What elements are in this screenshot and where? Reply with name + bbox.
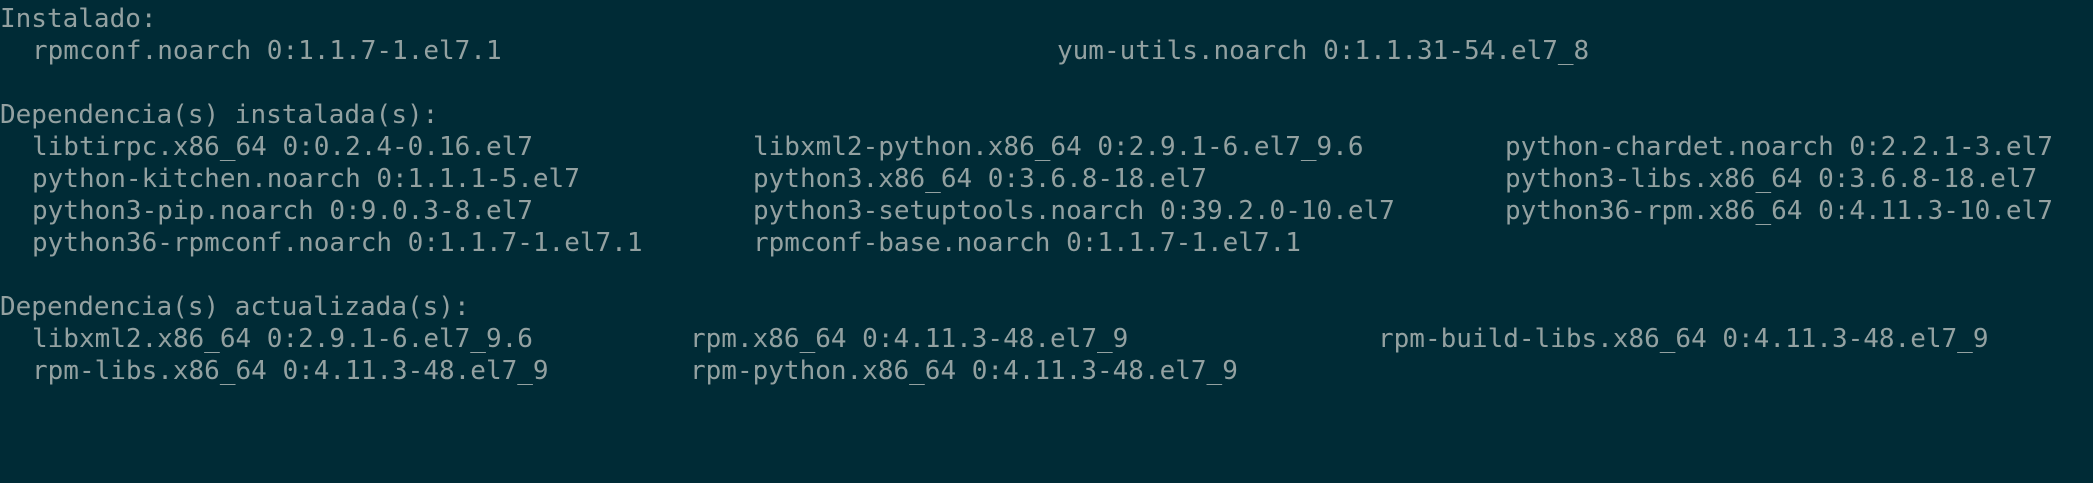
deps-updated-heading: Dependencia(s) actualizada(s): <box>0 292 470 322</box>
package-entry: rpmconf.noarch 0:1.1.7-1.el7.1 <box>32 36 502 66</box>
package-entry: python3.x86_64 0:3.6.8-18.el7 <box>753 164 1207 194</box>
package-entry: python-chardet.noarch 0:2.2.1-3.el7 <box>1505 132 2053 162</box>
deps-installed-heading: Dependencia(s) instalada(s): <box>0 100 439 130</box>
installed-heading: Instalado: <box>0 4 157 34</box>
package-entry: rpm-python.x86_64 0:4.11.3-48.el7_9 <box>690 356 1238 386</box>
package-entry: rpm-libs.x86_64 0:4.11.3-48.el7_9 <box>32 356 549 386</box>
deps-updated-row: rpm-libs.x86_64 0:4.11.3-48.el7_9 rpm-py… <box>0 355 1238 387</box>
package-entry: python36-rpmconf.noarch 0:1.1.7-1.el7.1 <box>32 228 643 258</box>
package-entry: libxml2-python.x86_64 0:2.9.1-6.el7_9.6 <box>753 132 1364 162</box>
package-entry: python-kitchen.noarch 0:1.1.1-5.el7 <box>32 164 580 194</box>
deps-updated-row: libxml2.x86_64 0:2.9.1-6.el7_9.6 rpm.x86… <box>0 323 1988 355</box>
package-entry: python36-rpm.x86_64 0:4.11.3-10.el7 <box>1505 196 2053 226</box>
deps-installed-row: python-kitchen.noarch 0:1.1.1-5.el7 pyth… <box>0 163 2037 195</box>
package-entry: libxml2.x86_64 0:2.9.1-6.el7_9.6 <box>32 324 533 354</box>
deps-installed-row: python36-rpmconf.noarch 0:1.1.7-1.el7.1 … <box>0 227 1301 259</box>
package-entry: rpm.x86_64 0:4.11.3-48.el7_9 <box>690 324 1129 354</box>
deps-installed-row: python3-pip.noarch 0:9.0.3-8.el7 python3… <box>0 195 2053 227</box>
deps-installed-row: libtirpc.x86_64 0:0.2.4-0.16.el7 libxml2… <box>0 131 2053 163</box>
package-entry: rpmconf-base.noarch 0:1.1.7-1.el7.1 <box>753 228 1301 258</box>
package-entry: rpm-build-libs.x86_64 0:4.11.3-48.el7_9 <box>1378 324 1989 354</box>
package-entry: python3-setuptools.noarch 0:39.2.0-10.el… <box>753 196 1395 226</box>
terminal-window[interactable]: Instalado: rpmconf.noarch 0:1.1.7-1.el7.… <box>0 0 2093 405</box>
package-entry: python3-libs.x86_64 0:3.6.8-18.el7 <box>1505 164 2038 194</box>
package-entry: yum-utils.noarch 0:1.1.31-54.el7_8 <box>1057 36 1590 66</box>
package-entry: python3-pip.noarch 0:9.0.3-8.el7 <box>32 196 533 226</box>
installed-row: rpmconf.noarch 0:1.1.7-1.el7.1 yum-utils… <box>0 35 1589 67</box>
package-entry: libtirpc.x86_64 0:0.2.4-0.16.el7 <box>32 132 533 162</box>
